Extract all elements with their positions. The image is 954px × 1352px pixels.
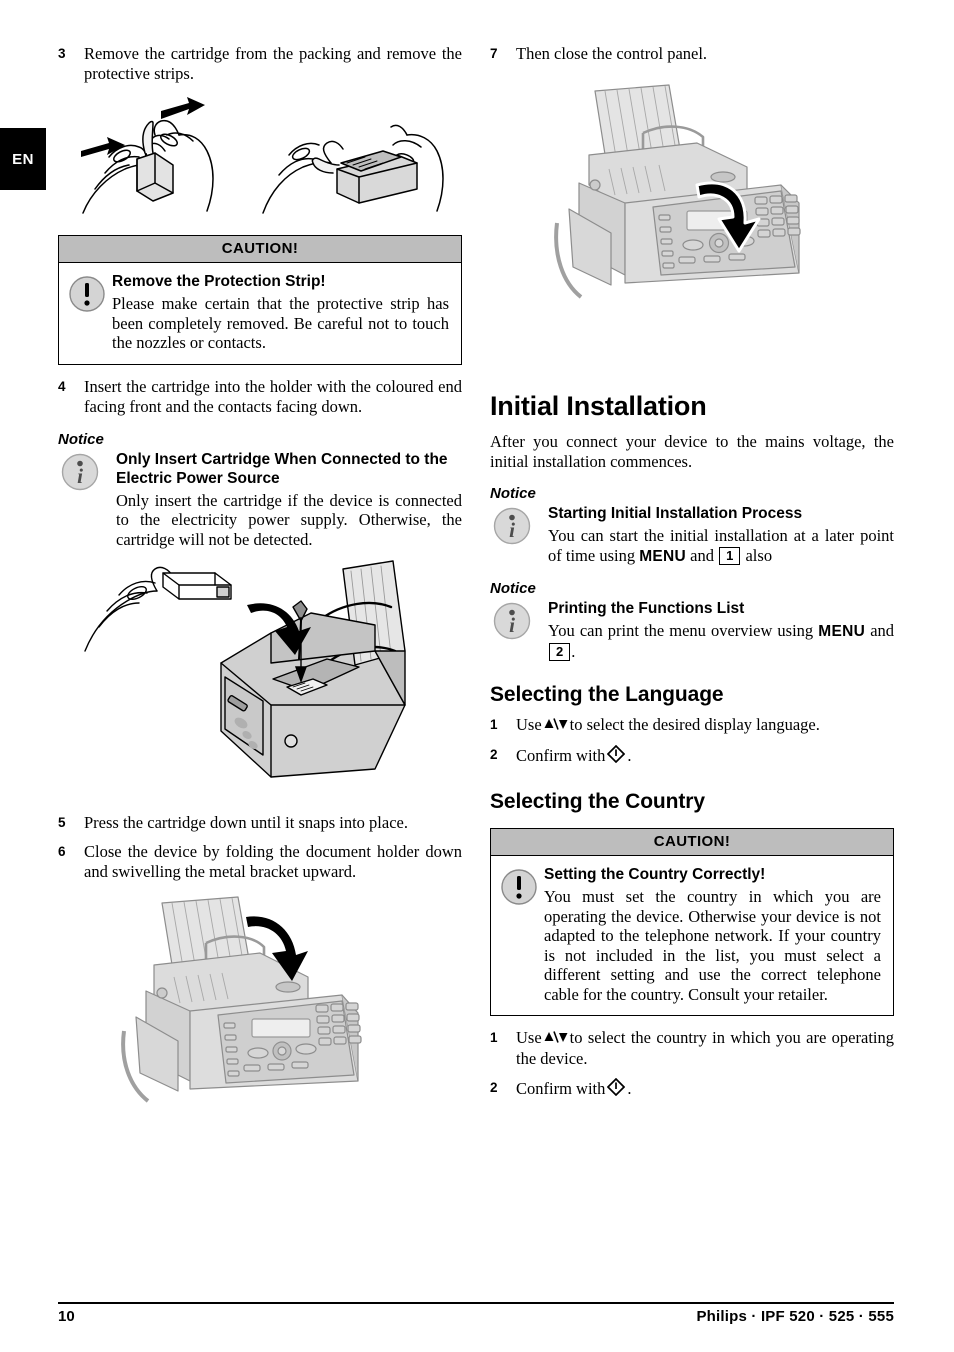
step-3: 3 Remove the cartridge from the packing … — [58, 44, 462, 84]
caution-header: CAUTION! — [59, 236, 461, 263]
notice-label: Notice — [490, 485, 536, 502]
step-5-text: Press the cartridge down until it snaps … — [84, 813, 408, 832]
footer-page-number: 10 — [58, 1308, 75, 1325]
caution-box-country: CAUTION! Setting the Country Correctly! … — [490, 828, 894, 1016]
ok-diamond-icon — [607, 744, 626, 768]
country-step-1: 1 Use to select the country in which you… — [490, 1028, 894, 1069]
language-step-2-text-after: . — [627, 746, 632, 765]
info-circle-icon: i — [60, 450, 116, 497]
step-7-number: 7 — [490, 46, 498, 61]
caution-header: CAUTION! — [491, 829, 893, 856]
exclamation-circle-icon — [68, 272, 112, 318]
number-key-2: 2 — [549, 642, 571, 661]
notice-text-part2: . — [571, 641, 576, 661]
language-step-2-number: 2 — [490, 747, 498, 762]
step-7-text: Then close the control panel. — [516, 44, 708, 63]
caution-title: Remove the Protection Strip! — [112, 273, 326, 290]
language-step-1-text-after: to select the desired display language. — [569, 715, 820, 734]
caution-box-protection-strip: CAUTION! Remove the Protection Strip! Pl… — [58, 235, 462, 365]
country-step-2-text-before: Confirm with — [516, 1079, 606, 1098]
step-6-text: Close the device by folding the document… — [84, 842, 462, 881]
language-step-2-text-before: Confirm with — [516, 746, 606, 765]
notice-insert-cartridge: Notice i Only Insert Cartridge When Conn… — [58, 431, 462, 550]
right-column: 7 Then close the control panel. Initial … — [490, 44, 894, 1110]
step-5-number: 5 — [58, 815, 66, 830]
step-7: 7 Then close the control panel. — [490, 44, 894, 64]
notice-text-part2: also — [745, 545, 773, 565]
country-step-1-text-before: Use — [516, 1028, 542, 1047]
insert-cartridge-into-device-illustration — [84, 560, 406, 778]
language-tab-label: EN — [12, 150, 34, 168]
footer-divider — [58, 1302, 894, 1304]
notice-text: You can print the menu overview using ME… — [548, 621, 894, 661]
step-5: 5 Press the cartridge down until it snap… — [58, 813, 462, 833]
svg-text:i: i — [77, 464, 83, 488]
caution-text: You must set the country in which you ar… — [544, 887, 881, 1004]
step-4: 4 Insert the cartridge into the holder w… — [58, 377, 462, 417]
notice-title: Starting Initial Installation Process — [548, 505, 803, 522]
country-step-2-text-after: . — [627, 1079, 632, 1098]
language-step-1: 1 Use to select the desired display lang… — [490, 715, 894, 736]
svg-text:i: i — [509, 518, 515, 542]
step-3-text: Remove the cartridge from the packing an… — [84, 44, 462, 83]
notice-text: Only insert the cartridge if the device … — [116, 490, 462, 549]
and-word: and — [870, 621, 895, 640]
up-down-arrows-icon — [543, 716, 569, 736]
heading-initial-installation: Initial Installation — [490, 391, 707, 421]
notice-label: Notice — [490, 580, 536, 597]
menu-key-label: MENU — [639, 547, 687, 565]
close-control-panel-illustration — [554, 84, 801, 299]
notice-title: Only Insert Cartridge When Connected to … — [116, 450, 448, 487]
country-step-2-number: 2 — [490, 1080, 498, 1095]
menu-key-label: MENU — [818, 623, 866, 640]
country-step-1-number: 1 — [490, 1030, 498, 1045]
country-step-1-text-after: to select the country in which you are o… — [516, 1028, 894, 1068]
notice-label: Notice — [58, 430, 104, 448]
heading-selecting-language: Selecting the Language — [490, 683, 724, 706]
notice-printing-functions: Notice i Printing the Functions List You… — [490, 580, 894, 661]
exclamation-circle-icon — [500, 865, 544, 911]
caution-title: Setting the Country Correctly! — [544, 866, 766, 883]
and-word: and — [690, 545, 714, 565]
heading-selecting-country: Selecting the Country — [490, 790, 705, 813]
step-4-number: 4 — [58, 378, 66, 394]
step-3-number: 3 — [58, 46, 66, 61]
number-key-1: 1 — [719, 546, 741, 565]
left-column: 3 Remove the cartridge from the packing … — [58, 44, 462, 1123]
language-step-2: 2 Confirm with . — [490, 744, 894, 768]
info-circle-icon: i — [492, 599, 548, 646]
step-6: 6 Close the device by folding the docume… — [58, 842, 462, 882]
footer-brand: Philips · IPF 520 · 525 · 555 — [696, 1308, 894, 1325]
cartridge-unpacking-illustration — [81, 97, 444, 214]
notice-text: You can start the initial installation a… — [548, 526, 894, 566]
info-circle-icon: i — [492, 504, 548, 551]
svg-text:i: i — [509, 613, 515, 637]
language-step-1-text-before: Use — [516, 715, 542, 734]
step-6-number: 6 — [58, 844, 66, 859]
up-down-arrows-icon — [543, 1029, 569, 1049]
notice-title: Printing the Functions List — [548, 600, 745, 617]
caution-text: Please make certain that the protective … — [112, 294, 449, 352]
notice-starting-installation: Notice i Starting Initial Installation P… — [490, 485, 894, 566]
intro-paragraph: After you connect your device to the mai… — [490, 432, 894, 471]
notice-text-part1: You can print the menu overview using — [548, 621, 814, 640]
step-4-text: Insert the cartridge into the holder wit… — [84, 376, 462, 416]
country-step-2: 2 Confirm with . — [490, 1077, 894, 1101]
close-device-illustration — [121, 896, 362, 1103]
ok-diamond-icon — [607, 1077, 626, 1101]
language-step-1-number: 1 — [490, 717, 498, 732]
language-tab: EN — [0, 128, 46, 190]
